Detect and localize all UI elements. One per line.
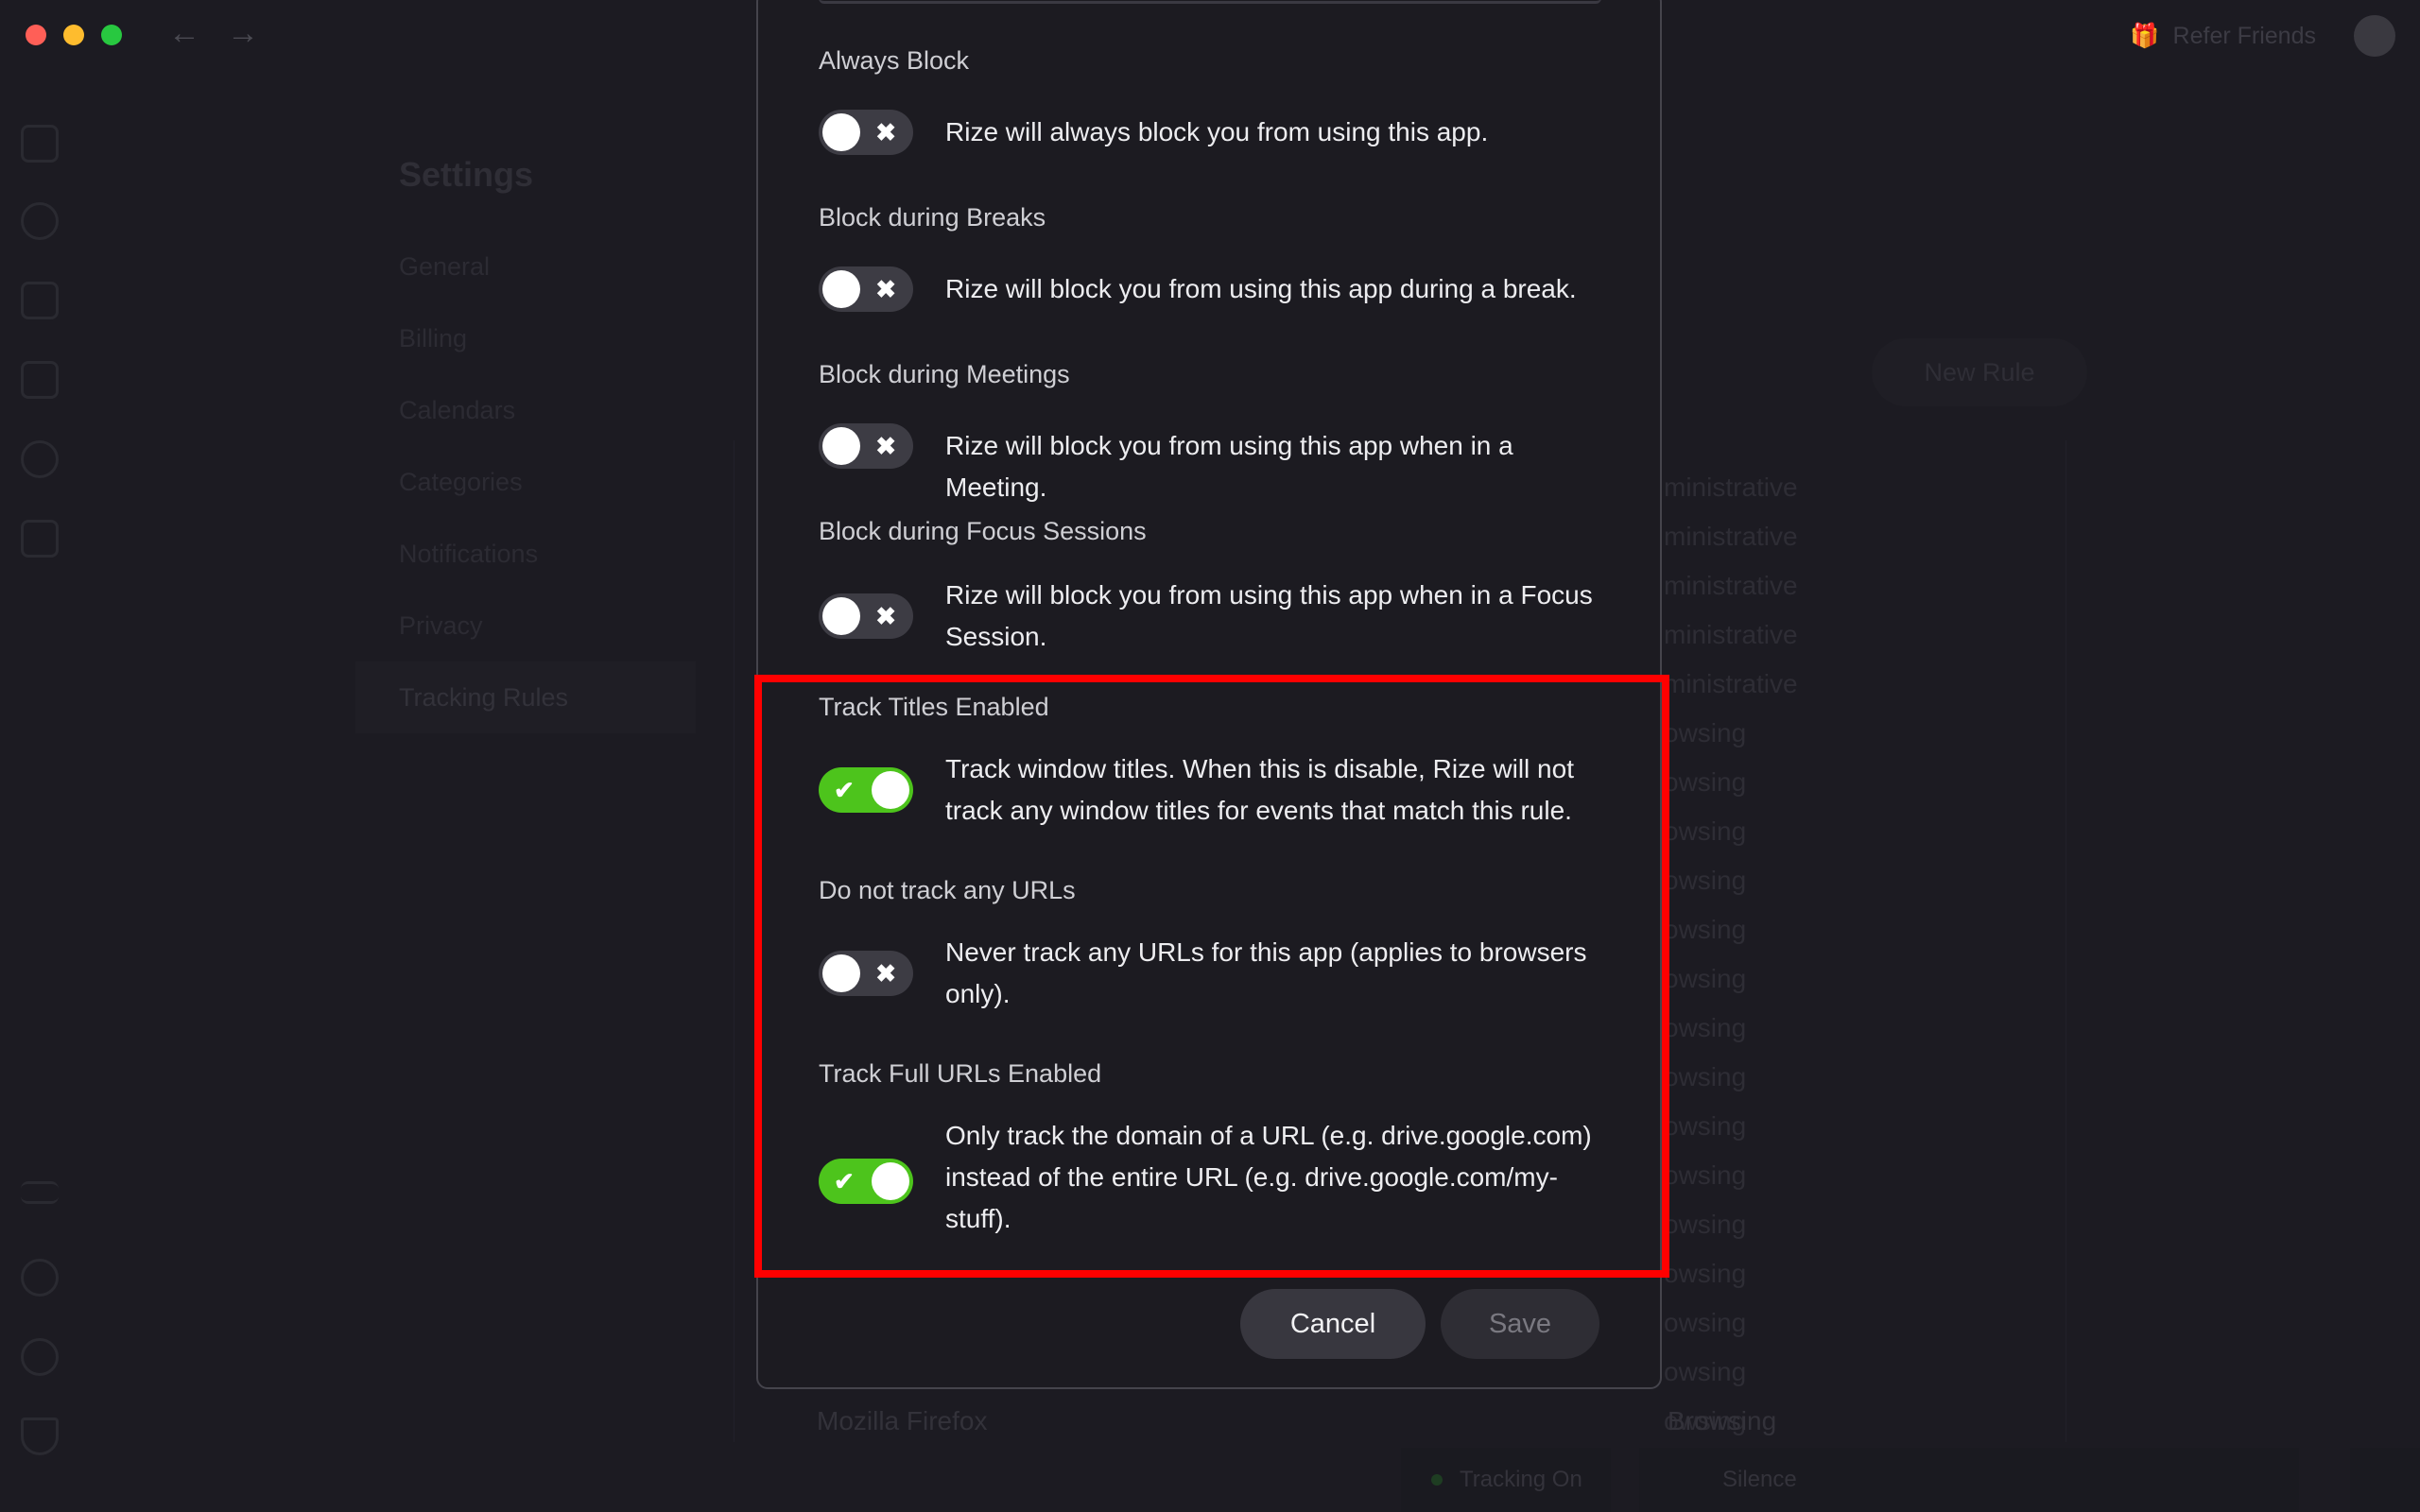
settings-item-calendars[interactable]: Calendars [355,374,696,446]
table-row[interactable]: owsing [1664,1210,1746,1240]
table-row[interactable]: ministrative [1664,571,1798,601]
x-mark-icon: ✖ [875,432,896,460]
table-row[interactable]: ministrative [1664,669,1798,699]
forward-arrow-icon[interactable]: → [227,15,259,52]
block-breaks-toggle[interactable]: ✖ [819,266,913,312]
section-block-breaks: Block during Breaks ✖ Rize will block yo… [819,200,1603,312]
category-label: Browsing [1668,1406,1777,1435]
refer-friends-label: Refer Friends [2172,23,2316,49]
table-row[interactable]: owsing [1664,718,1746,748]
table-row[interactable]: ministrative [1664,472,1798,503]
table-row[interactable]: ministrative [1664,620,1798,650]
avatar[interactable] [2354,15,2395,57]
chat-button[interactable] [2350,1448,2420,1512]
task-icon[interactable] [21,520,59,558]
save-button[interactable]: Save [1441,1289,1599,1359]
section-description: Rize will always block you from using th… [945,117,1489,146]
minimize-window-button[interactable] [63,25,84,45]
section-description: Rize will block you from using this app … [945,580,1593,651]
toggle-knob [822,113,860,151]
settings-item-categories[interactable]: Categories [355,446,696,518]
block-meetings-toggle[interactable]: ✖ [819,423,913,469]
table-row[interactable]: owsing [1664,866,1746,896]
refer-friends-link[interactable]: 🎁 Refer Friends [2130,23,2316,50]
table-row[interactable]: owsing [1664,1308,1746,1338]
toggle-knob [822,427,860,465]
calendar-icon[interactable] [21,361,59,399]
table-row[interactable]: owsing [1664,1160,1746,1191]
settings-panel: Settings General Billing Calendars Categ… [355,104,696,733]
table-row[interactable]: owsing [1664,1062,1746,1092]
section-block-meetings: Block during Meetings ✖ Rize will block … [819,357,1603,502]
table-row[interactable]: ministrative [1664,522,1798,552]
pie-chart-icon[interactable] [21,202,59,240]
settings-item-privacy[interactable]: Privacy [355,590,696,662]
section-description: Rize will block you from using this app … [945,431,1513,502]
tracking-label: Tracking On [1460,1467,1582,1492]
music-player[interactable]: Silence [1639,1448,2299,1512]
folder-icon[interactable] [21,282,59,319]
list-icon[interactable] [21,1181,59,1204]
section-title: Always Block [819,46,970,75]
settings-item-billing[interactable]: Billing [355,302,696,374]
x-mark-icon: ✖ [875,118,896,146]
table-row[interactable]: owsing [1664,1111,1746,1142]
clock-icon[interactable] [21,440,59,478]
block-focus-toggle[interactable]: ✖ [819,593,913,639]
dialog-divider [819,0,1601,4]
back-arrow-icon[interactable]: ← [168,15,200,52]
table-row[interactable]: Mozilla Firefox Browsing [817,1406,1776,1436]
section-title: Block during Breaks [819,203,1046,232]
highlight-box [754,675,1669,1278]
section-description: Rize will block you from using this app … [945,274,1577,303]
table-row[interactable]: owsing [1664,1259,1746,1289]
home-icon[interactable] [21,125,59,163]
gear-icon[interactable] [21,1338,59,1376]
cancel-button[interactable]: Cancel [1240,1289,1426,1359]
toggle-knob [822,270,860,308]
gift-icon: 🎁 [2130,23,2160,49]
settings-title: Settings [399,155,534,194]
status-bar: Tracking On Silence [0,1448,2420,1512]
status-dot-icon [1431,1474,1443,1486]
settings-item-notifications[interactable]: Notifications [355,518,696,590]
table-row[interactable]: owsing [1664,767,1746,798]
settings-item-general[interactable]: General [355,231,696,302]
x-mark-icon: ✖ [875,602,896,630]
section-title: Block during Focus Sessions [819,517,1147,545]
new-rule-button[interactable]: New Rule [1872,338,2087,406]
toggle-knob [822,597,860,635]
section-title: Block during Meetings [819,360,1070,388]
app-name: Mozilla Firefox [817,1406,988,1435]
music-label: Silence [1722,1467,1797,1492]
tracking-status[interactable]: Tracking On [1401,1448,1611,1512]
icon-rail [0,72,81,1512]
always-block-toggle[interactable]: ✖ [819,110,913,155]
x-mark-icon: ✖ [875,275,896,303]
settings-item-tracking-rules[interactable]: Tracking Rules [355,662,696,733]
table-row[interactable]: owsing [1664,816,1746,847]
table-row[interactable]: owsing [1664,1357,1746,1387]
table-row[interactable]: owsing [1664,964,1746,994]
section-always-block: Always Block ✖ Rize will always block yo… [819,43,1603,155]
section-block-focus: Block during Focus Sessions ✖ Rize will … [819,514,1603,651]
table-row[interactable]: owsing [1664,915,1746,945]
help-icon[interactable] [21,1259,59,1297]
close-window-button[interactable] [26,25,46,45]
table-row[interactable]: owsing [1664,1013,1746,1043]
zoom-window-button[interactable] [101,25,122,45]
